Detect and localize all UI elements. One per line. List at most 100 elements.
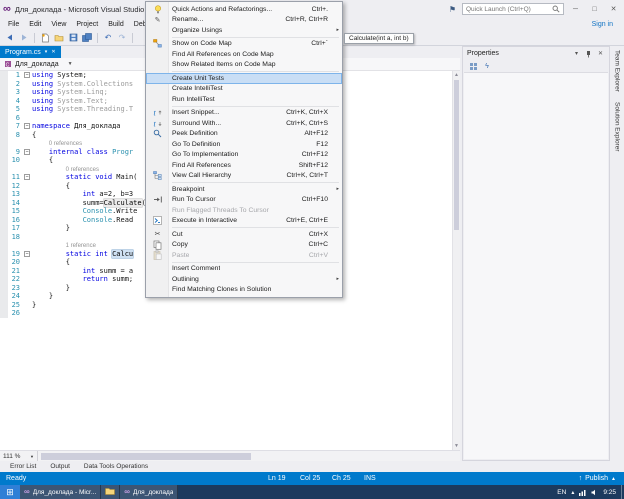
menu-item-insert-snippet[interactable]: tInsert Snippet...Ctrl+K, Ctrl+X xyxy=(146,108,342,119)
breakpoint-margin[interactable] xyxy=(0,267,8,276)
breakpoint-margin[interactable] xyxy=(0,148,8,157)
menubar-item-file[interactable]: File xyxy=(3,21,24,28)
breakpoint-margin[interactable] xyxy=(0,173,8,182)
breakpoint-margin[interactable] xyxy=(0,131,8,140)
new-file-icon[interactable] xyxy=(39,32,51,44)
menu-item-show-on-code-map[interactable]: Show on Code MapCtrl+` xyxy=(146,39,342,50)
tab-program-cs[interactable]: Program.cs ▾ ✕ xyxy=(0,46,61,58)
hscrollbar-thumb[interactable] xyxy=(41,453,251,460)
taskbar-item[interactable]: ∞Для_доклада xyxy=(120,485,178,499)
menu-item-cut[interactable]: ✂CutCtrl+X xyxy=(146,229,342,240)
fold-marker-icon[interactable]: − xyxy=(24,174,30,180)
editor-horizontal-scrollbar[interactable] xyxy=(38,451,460,461)
fold-margin[interactable]: − xyxy=(23,148,32,157)
fold-margin[interactable]: − xyxy=(23,122,32,131)
scrollbar-thumb[interactable] xyxy=(454,80,459,230)
breakpoint-margin[interactable] xyxy=(0,292,8,301)
breakpoint-margin[interactable] xyxy=(0,216,8,225)
navigate-forward-icon[interactable] xyxy=(18,32,30,44)
menubar-item-edit[interactable]: Edit xyxy=(24,21,46,28)
breakpoint-margin[interactable] xyxy=(0,88,8,97)
publish-button[interactable]: ↑ Publish ▲ xyxy=(579,472,616,485)
breakpoint-margin[interactable] xyxy=(0,182,8,191)
fold-marker-icon[interactable]: − xyxy=(24,251,30,257)
breakpoint-margin[interactable] xyxy=(0,233,8,242)
breakpoint-margin[interactable] xyxy=(0,301,8,310)
navbar-project-dropdown[interactable]: Для_доклада xyxy=(15,61,59,68)
fold-margin[interactable]: − xyxy=(23,71,32,80)
menu-item-run-flagged-threads-to-cursor[interactable]: Run Flagged Threads To Cursor xyxy=(146,205,342,216)
menu-item-show-related-items-on-code-map[interactable]: Show Related Items on Code Map xyxy=(146,60,342,71)
menubar-item-view[interactable]: View xyxy=(46,21,71,28)
panel-tab-error-list[interactable]: Error List xyxy=(3,463,43,470)
menu-item-outlining[interactable]: Outlining▸ xyxy=(146,274,342,285)
clock[interactable]: 9:25 xyxy=(603,489,616,496)
window-position-icon[interactable]: ▾ xyxy=(572,50,581,57)
breakpoint-margin[interactable] xyxy=(0,199,8,208)
categorized-icon[interactable] xyxy=(468,61,478,71)
save-icon[interactable] xyxy=(67,32,79,44)
breakpoint-margin[interactable] xyxy=(0,241,8,250)
menu-item-quick-actions-and-refactorings[interactable]: Quick Actions and Refactorings...Ctrl+. xyxy=(146,4,342,15)
tray-expand-icon[interactable]: ▴ xyxy=(571,489,574,496)
breakpoint-margin[interactable] xyxy=(0,284,8,293)
network-icon[interactable] xyxy=(579,489,586,496)
fold-margin[interactable]: − xyxy=(23,250,32,259)
language-indicator[interactable]: EN xyxy=(557,489,566,496)
breakpoint-margin[interactable] xyxy=(0,97,8,106)
fold-margin[interactable]: − xyxy=(23,173,32,182)
navigate-backward-icon[interactable] xyxy=(4,32,16,44)
breakpoint-margin[interactable] xyxy=(0,122,8,131)
taskbar-item[interactable]: ∞Для_доклада - Micr... xyxy=(20,485,101,499)
minimize-button[interactable]: ─ xyxy=(568,3,583,16)
menubar-item-build[interactable]: Build xyxy=(103,21,129,28)
menu-item-run-to-cursor[interactable]: Run To CursorCtrl+F10 xyxy=(146,195,342,206)
breakpoint-margin[interactable] xyxy=(0,207,8,216)
breakpoint-margin[interactable] xyxy=(0,309,8,318)
breakpoint-margin[interactable] xyxy=(0,165,8,174)
menu-item-peek-definition[interactable]: Peek DefinitionAlt+F12 xyxy=(146,129,342,140)
close-button[interactable]: ✕ xyxy=(606,3,621,16)
save-all-icon[interactable] xyxy=(81,32,93,44)
codelens-indicator[interactable]: 1 reference xyxy=(32,243,96,249)
codelens-indicator[interactable]: 0 references xyxy=(32,141,82,147)
breakpoint-margin[interactable] xyxy=(0,114,8,123)
breakpoint-margin[interactable] xyxy=(0,250,8,259)
fold-marker-icon[interactable]: − xyxy=(24,149,30,155)
menu-item-go-to-definition[interactable]: Go To DefinitionF12 xyxy=(146,139,342,150)
menu-item-insert-comment[interactable]: Insert Comment xyxy=(146,264,342,275)
quick-launch-box[interactable] xyxy=(462,3,564,15)
open-file-icon[interactable] xyxy=(53,32,65,44)
menu-item-run-intellitest[interactable]: Run IntelliTest xyxy=(146,94,342,105)
menu-item-view-call-hierarchy[interactable]: View Call HierarchyCtrl+K, Ctrl+T xyxy=(146,171,342,182)
breakpoint-margin[interactable] xyxy=(0,258,8,267)
menu-item-execute-in-interactive[interactable]: Execute in InteractiveCtrl+E, Ctrl+E xyxy=(146,216,342,227)
breakpoint-margin[interactable] xyxy=(0,190,8,199)
menubar-item-project[interactable]: Project xyxy=(71,21,103,28)
scroll-down-icon[interactable]: ▼ xyxy=(453,442,460,450)
side-tab-solution-explorer[interactable]: Solution Explorer xyxy=(614,102,621,152)
menu-item-breakpoint[interactable]: Breakpoint▸ xyxy=(146,184,342,195)
volume-icon[interactable] xyxy=(591,489,598,496)
undo-icon[interactable]: ↶ xyxy=(102,32,114,44)
quick-launch-input[interactable] xyxy=(466,6,550,13)
breakpoint-margin[interactable] xyxy=(0,275,8,284)
menu-item-find-all-references-on-code-map[interactable]: Find All References on Code Map xyxy=(146,49,342,60)
taskbar-item[interactable] xyxy=(101,485,120,499)
menu-item-create-unit-tests[interactable]: Create Unit Tests xyxy=(146,73,342,84)
start-button[interactable]: ⊞ xyxy=(0,485,20,499)
menu-item-find-all-references[interactable]: Find All ReferencesShift+F12 xyxy=(146,160,342,171)
zoom-dropdown[interactable]: 111 % ▼ xyxy=(0,451,38,461)
tab-dropdown-icon[interactable]: ▾ xyxy=(45,50,48,55)
breakpoint-margin[interactable] xyxy=(0,156,8,165)
menu-item-go-to-implementation[interactable]: Go To ImplementationCtrl+F12 xyxy=(146,150,342,161)
breakpoint-margin[interactable] xyxy=(0,224,8,233)
breakpoint-margin[interactable] xyxy=(0,71,8,80)
navbar-dropdown-caret-icon[interactable]: ▼ xyxy=(68,61,73,67)
fold-marker-icon[interactable]: − xyxy=(24,123,30,129)
menu-item-rename[interactable]: ✎Rename...Ctrl+R, Ctrl+R xyxy=(146,15,342,26)
panel-tab-output[interactable]: Output xyxy=(43,463,77,470)
codelens-indicator[interactable]: 0 references xyxy=(32,167,99,173)
pin-icon[interactable] xyxy=(584,50,593,58)
close-panel-icon[interactable]: ✕ xyxy=(596,50,605,57)
